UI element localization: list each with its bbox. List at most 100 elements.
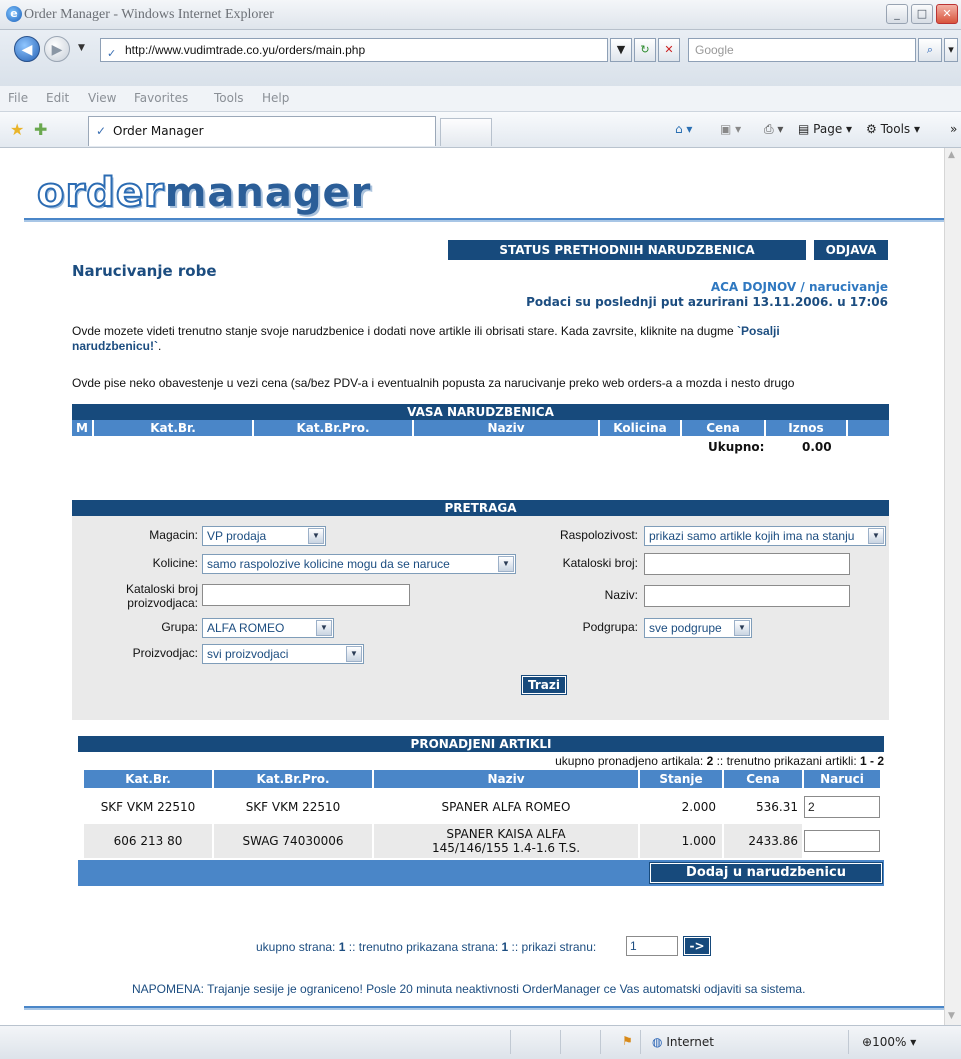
home-icon[interactable]: ⌂ ▾ [675,122,692,136]
results-heading: PRONADJENI ARTIKLI [78,736,884,752]
col-m: M [72,420,94,436]
paging: ukupno strana: 1 :: trenutno prikazana s… [256,940,596,954]
col-iznos: Iznos [766,420,848,436]
naziv-input[interactable] [644,585,850,607]
stop-icon[interactable]: ✕ [658,38,680,62]
cell-katbr: 606 213 80 [84,824,212,858]
status-divider [560,1030,561,1054]
protected-mode-icon[interactable]: ⚑ [622,1034,633,1048]
print-icon[interactable]: ⎙ ▾ [764,122,783,137]
kolicine-select[interactable]: samo raspolozive kolicine mogu da se nar… [202,554,516,574]
res-col-stanje: Stanje [640,770,722,788]
page-icon: ▤ [798,122,810,136]
menu-edit[interactable]: Edit [46,91,69,105]
table-row: SKF VKM 22510 SKF VKM 22510 SPANER ALFA … [78,790,884,824]
zoom-level[interactable]: ⊕100% ▾ [862,1035,916,1049]
tools-menu-label: Tools [880,122,911,136]
katbr-label: Kataloski broj: [562,556,638,570]
page-content: ordermanager STATUS PRETHODNIH NARUDZBEN… [12,148,944,1025]
footer-divider [24,1006,944,1010]
minimize-button[interactable]: _ [886,4,908,24]
status-bar: ⚑ ◍ Internet ⊕100% ▾ [0,1025,961,1059]
tab-order-manager[interactable]: ✓ Order Manager [88,116,436,146]
search-button[interactable]: Trazi [521,675,567,695]
magacin-select[interactable]: VP prodaja ▼ [202,526,326,546]
raspolozivost-value: prikazi samo artikle kojih ima na stanju [649,529,855,543]
last-updated: Podaci su poslednji put azurirani 13.11.… [526,295,888,309]
katbr-input[interactable] [644,553,850,575]
page-menu-button[interactable]: ▤ Page ▾ [798,122,852,136]
naziv-label: Naziv: [604,588,638,602]
header-divider [24,218,944,222]
status-divider [640,1030,641,1054]
order-heading: VASA NARUDZBENICA [72,404,889,420]
tab-title: Order Manager [113,124,204,138]
add-to-order-button[interactable]: Dodaj u narudzbenicu [649,862,883,884]
tools-menu-button[interactable]: ⚙ Tools ▾ [866,122,920,136]
feeds-icon[interactable]: ▣ ▾ [720,122,741,136]
scroll-down-icon[interactable]: ▼ [948,1011,955,1021]
logo-part-manager: manager [164,170,372,216]
close-button[interactable]: ✕ [936,4,958,24]
scroll-up-icon[interactable]: ▲ [948,150,955,160]
chevron-right-icon[interactable]: » [950,122,957,136]
vertical-scrollbar[interactable]: ▲ ▼ [944,148,961,1025]
price-notice: Ovde pise neko obavestenje u vezi cena (… [72,376,795,390]
proizvodjac-value: svi proizvodjaci [207,647,289,661]
search-input[interactable]: Google [688,38,916,62]
logout-button[interactable]: ODJAVA [814,240,888,260]
search-options-button[interactable]: ▾ [944,38,958,62]
grupa-select[interactable]: ALFA ROMEO ▼ [202,618,334,638]
proizvodjac-select[interactable]: svi proizvodjaci ▼ [202,644,364,664]
col-naziv: Naziv [414,420,600,436]
podgrupa-select[interactable]: sve podgrupe ▼ [644,618,752,638]
add-favorite-icon[interactable]: ✚ [34,120,47,139]
katbr-pro-label-line2: proizvodjaca: [127,596,198,610]
url-dropdown-button[interactable]: ▼ [610,38,632,62]
go-to-page-button[interactable]: -> [683,936,711,956]
forward-button[interactable]: ▶ [44,36,70,62]
gear-icon: ⚙ [866,122,877,136]
order-column-headers: M Kat.Br. Kat.Br.Pro. Naziv Kolicina Cen… [72,420,889,436]
res-col-cena: Cena [724,770,802,788]
summary-range: 1 - 2 [859,754,884,768]
new-tab-button[interactable] [440,118,492,146]
raspolozivost-select[interactable]: prikazi samo artikle kojih ima na stanju… [644,526,886,546]
katbr-pro-input[interactable] [202,584,410,606]
zone-label: Internet [666,1035,714,1049]
grupa-value: ALFA ROMEO [207,621,285,635]
url-field[interactable]: ✓ http://www.vudimtrade.co.yu/orders/mai… [100,38,608,62]
paging-text-1: ukupno strana: [256,940,339,954]
res-col-katbr: Kat.Br. [84,770,212,788]
kolicine-value: samo raspolozive kolicine mogu da se nar… [207,557,450,571]
maximize-button[interactable]: □ [911,4,933,24]
logo-part-order: order [36,169,165,217]
cell-katbr: SKF VKM 22510 [100,800,196,814]
back-button[interactable]: ◀ [14,36,40,62]
menu-favorites[interactable]: Favorites [134,91,188,105]
window-title: Order Manager - Windows Internet Explore… [24,7,274,22]
menu-bar: File Edit View Favorites Tools Help [0,86,961,112]
recent-pages-dropdown[interactable]: ▼ [78,43,85,53]
naruci-input[interactable]: 2 [804,796,880,818]
menu-file[interactable]: File [8,91,28,105]
res-col-naziv: Naziv [374,770,638,788]
status-orders-button[interactable]: STATUS PRETHODNIH NARUDZBENICA [448,240,806,260]
menu-tools[interactable]: Tools [214,91,244,105]
paging-text-2: :: trenutno prikazana strana: [345,940,502,954]
chevron-down-icon: ▼ [316,620,332,636]
results-section: PRONADJENI ARTIKLI ukupno pronadjeno art… [78,736,884,886]
kolicine-label: Kolicine: [152,556,198,570]
menu-help[interactable]: Help [262,91,289,105]
favorites-star-icon[interactable]: ★ [10,120,24,139]
results-summary: ukupno pronadjeno artikala: 2 :: trenutn… [78,752,884,770]
page-number-input[interactable]: 1 [626,936,678,956]
search-icon[interactable]: ⌕ [918,38,942,62]
col-kolicina: Kolicina [600,420,682,436]
magacin-label: Magacin: [149,528,198,542]
summary-prefix: ukupno pronadjeno artikala: [555,754,707,768]
katbr-pro-label: Kataloski broj proizvodjaca: [102,582,198,610]
naruci-input[interactable] [804,830,880,852]
menu-view[interactable]: View [88,91,116,105]
refresh-icon[interactable]: ↻ [634,38,656,62]
